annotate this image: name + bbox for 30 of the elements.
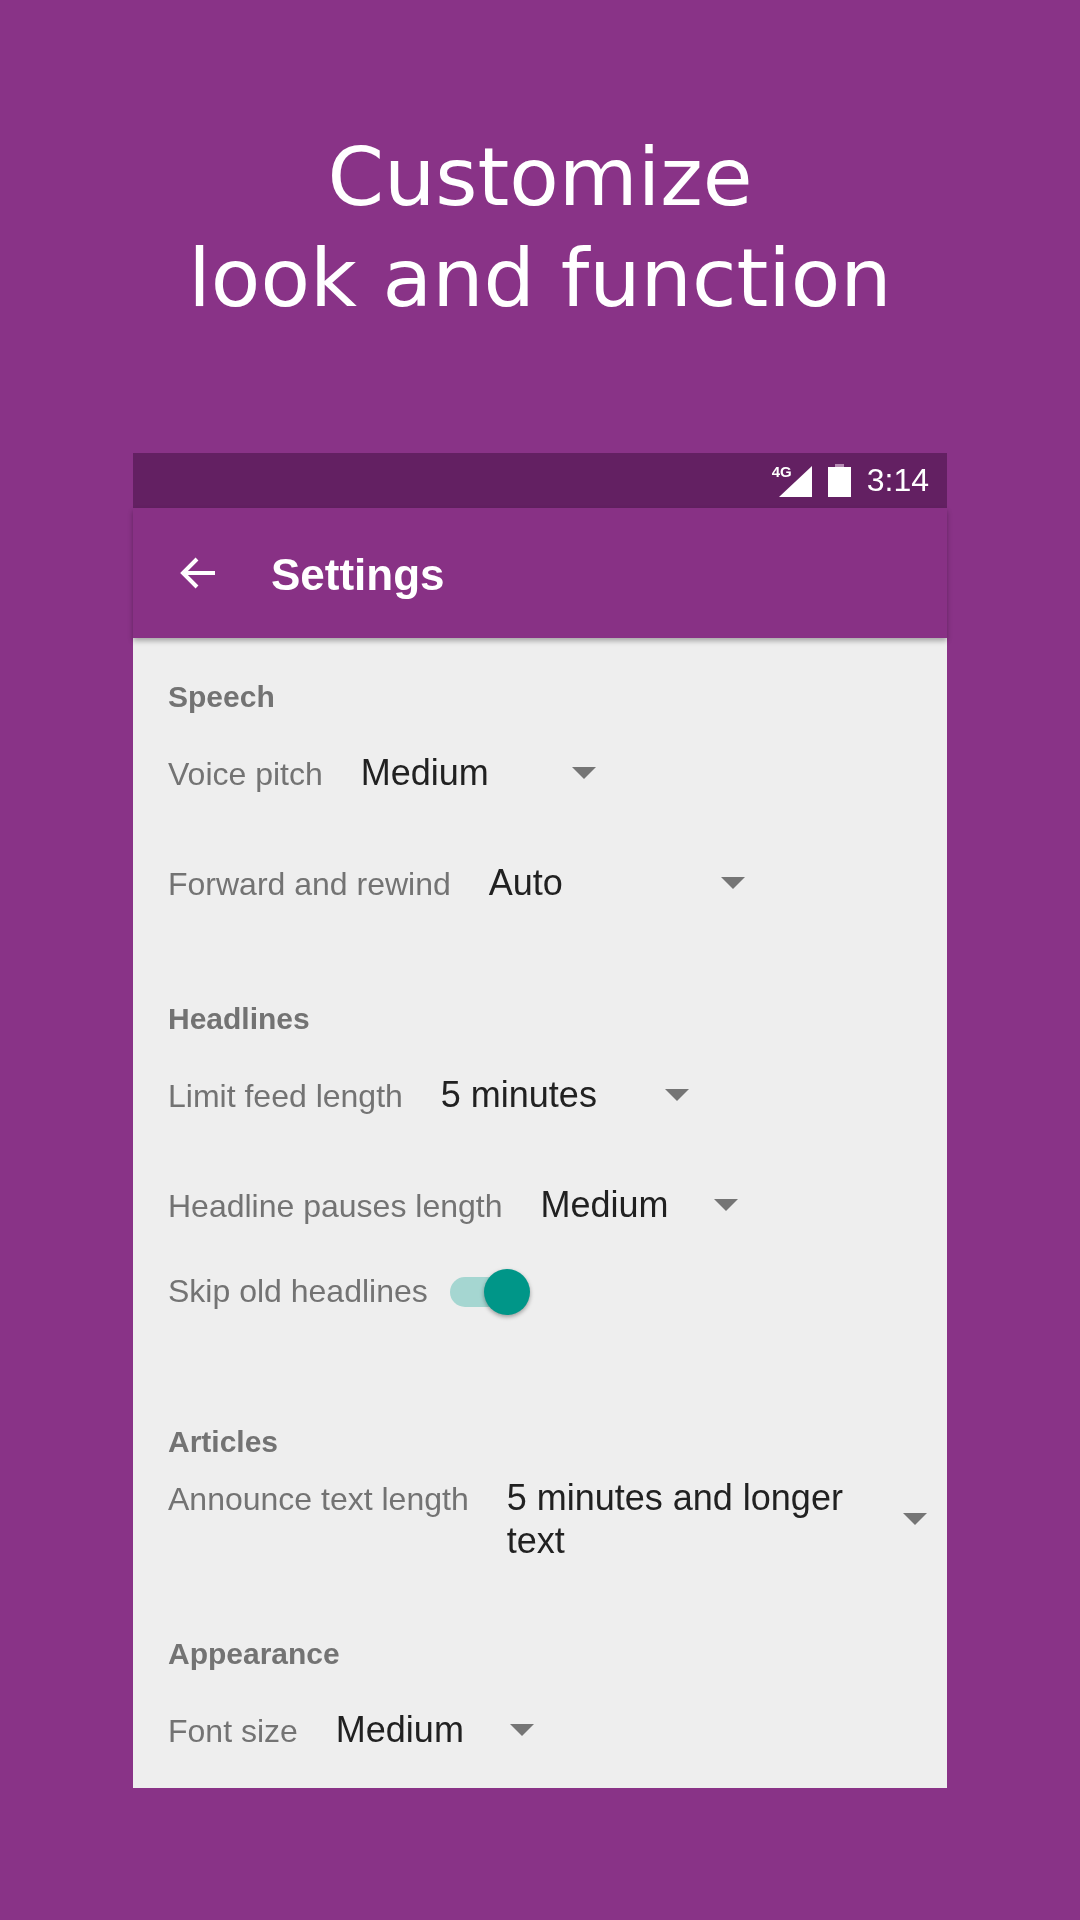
caret-icon [720,876,745,889]
status-time: 3:14 [866,464,929,496]
section-header: Articles [168,1423,280,1460]
caret-icon [571,766,596,779]
dropdown-field[interactable]: Medium [540,1183,749,1226]
app-bar-title: Settings [271,552,445,597]
setting-label: Skip old headlines [168,1272,428,1311]
caret-icon [509,1723,534,1736]
setting-label: Announce text length [168,1479,469,1519]
caret-icon [714,1198,739,1211]
battery-icon [827,463,851,497]
network-type-label: 4G [771,463,792,479]
setting-label: Forward and rewind [168,865,451,904]
dropdown-field[interactable]: Medium [335,1708,544,1751]
dropdown-field[interactable]: Medium [360,751,606,794]
section-header: Headlines [168,1000,311,1037]
setting-label: Voice pitch [168,755,323,794]
setting-label: Headline pauses length [168,1187,503,1226]
section-header: Speech [168,678,276,715]
headline: Customize look and function [187,129,893,328]
dropdown-field[interactable]: 5 minutes [440,1073,699,1116]
section-header: Appearance [168,1635,341,1672]
caret-icon [664,1088,689,1101]
back-arrow-icon[interactable] [180,556,215,589]
caret-icon [902,1512,927,1525]
setting-label: Font size [168,1712,298,1751]
toggle-switch[interactable] [449,1267,530,1316]
setting-label: Limit feed length [168,1077,403,1116]
dropdown-field[interactable]: Auto [488,861,755,904]
dropdown-field[interactable]: 5 minutes and longer text [506,1475,937,1562]
